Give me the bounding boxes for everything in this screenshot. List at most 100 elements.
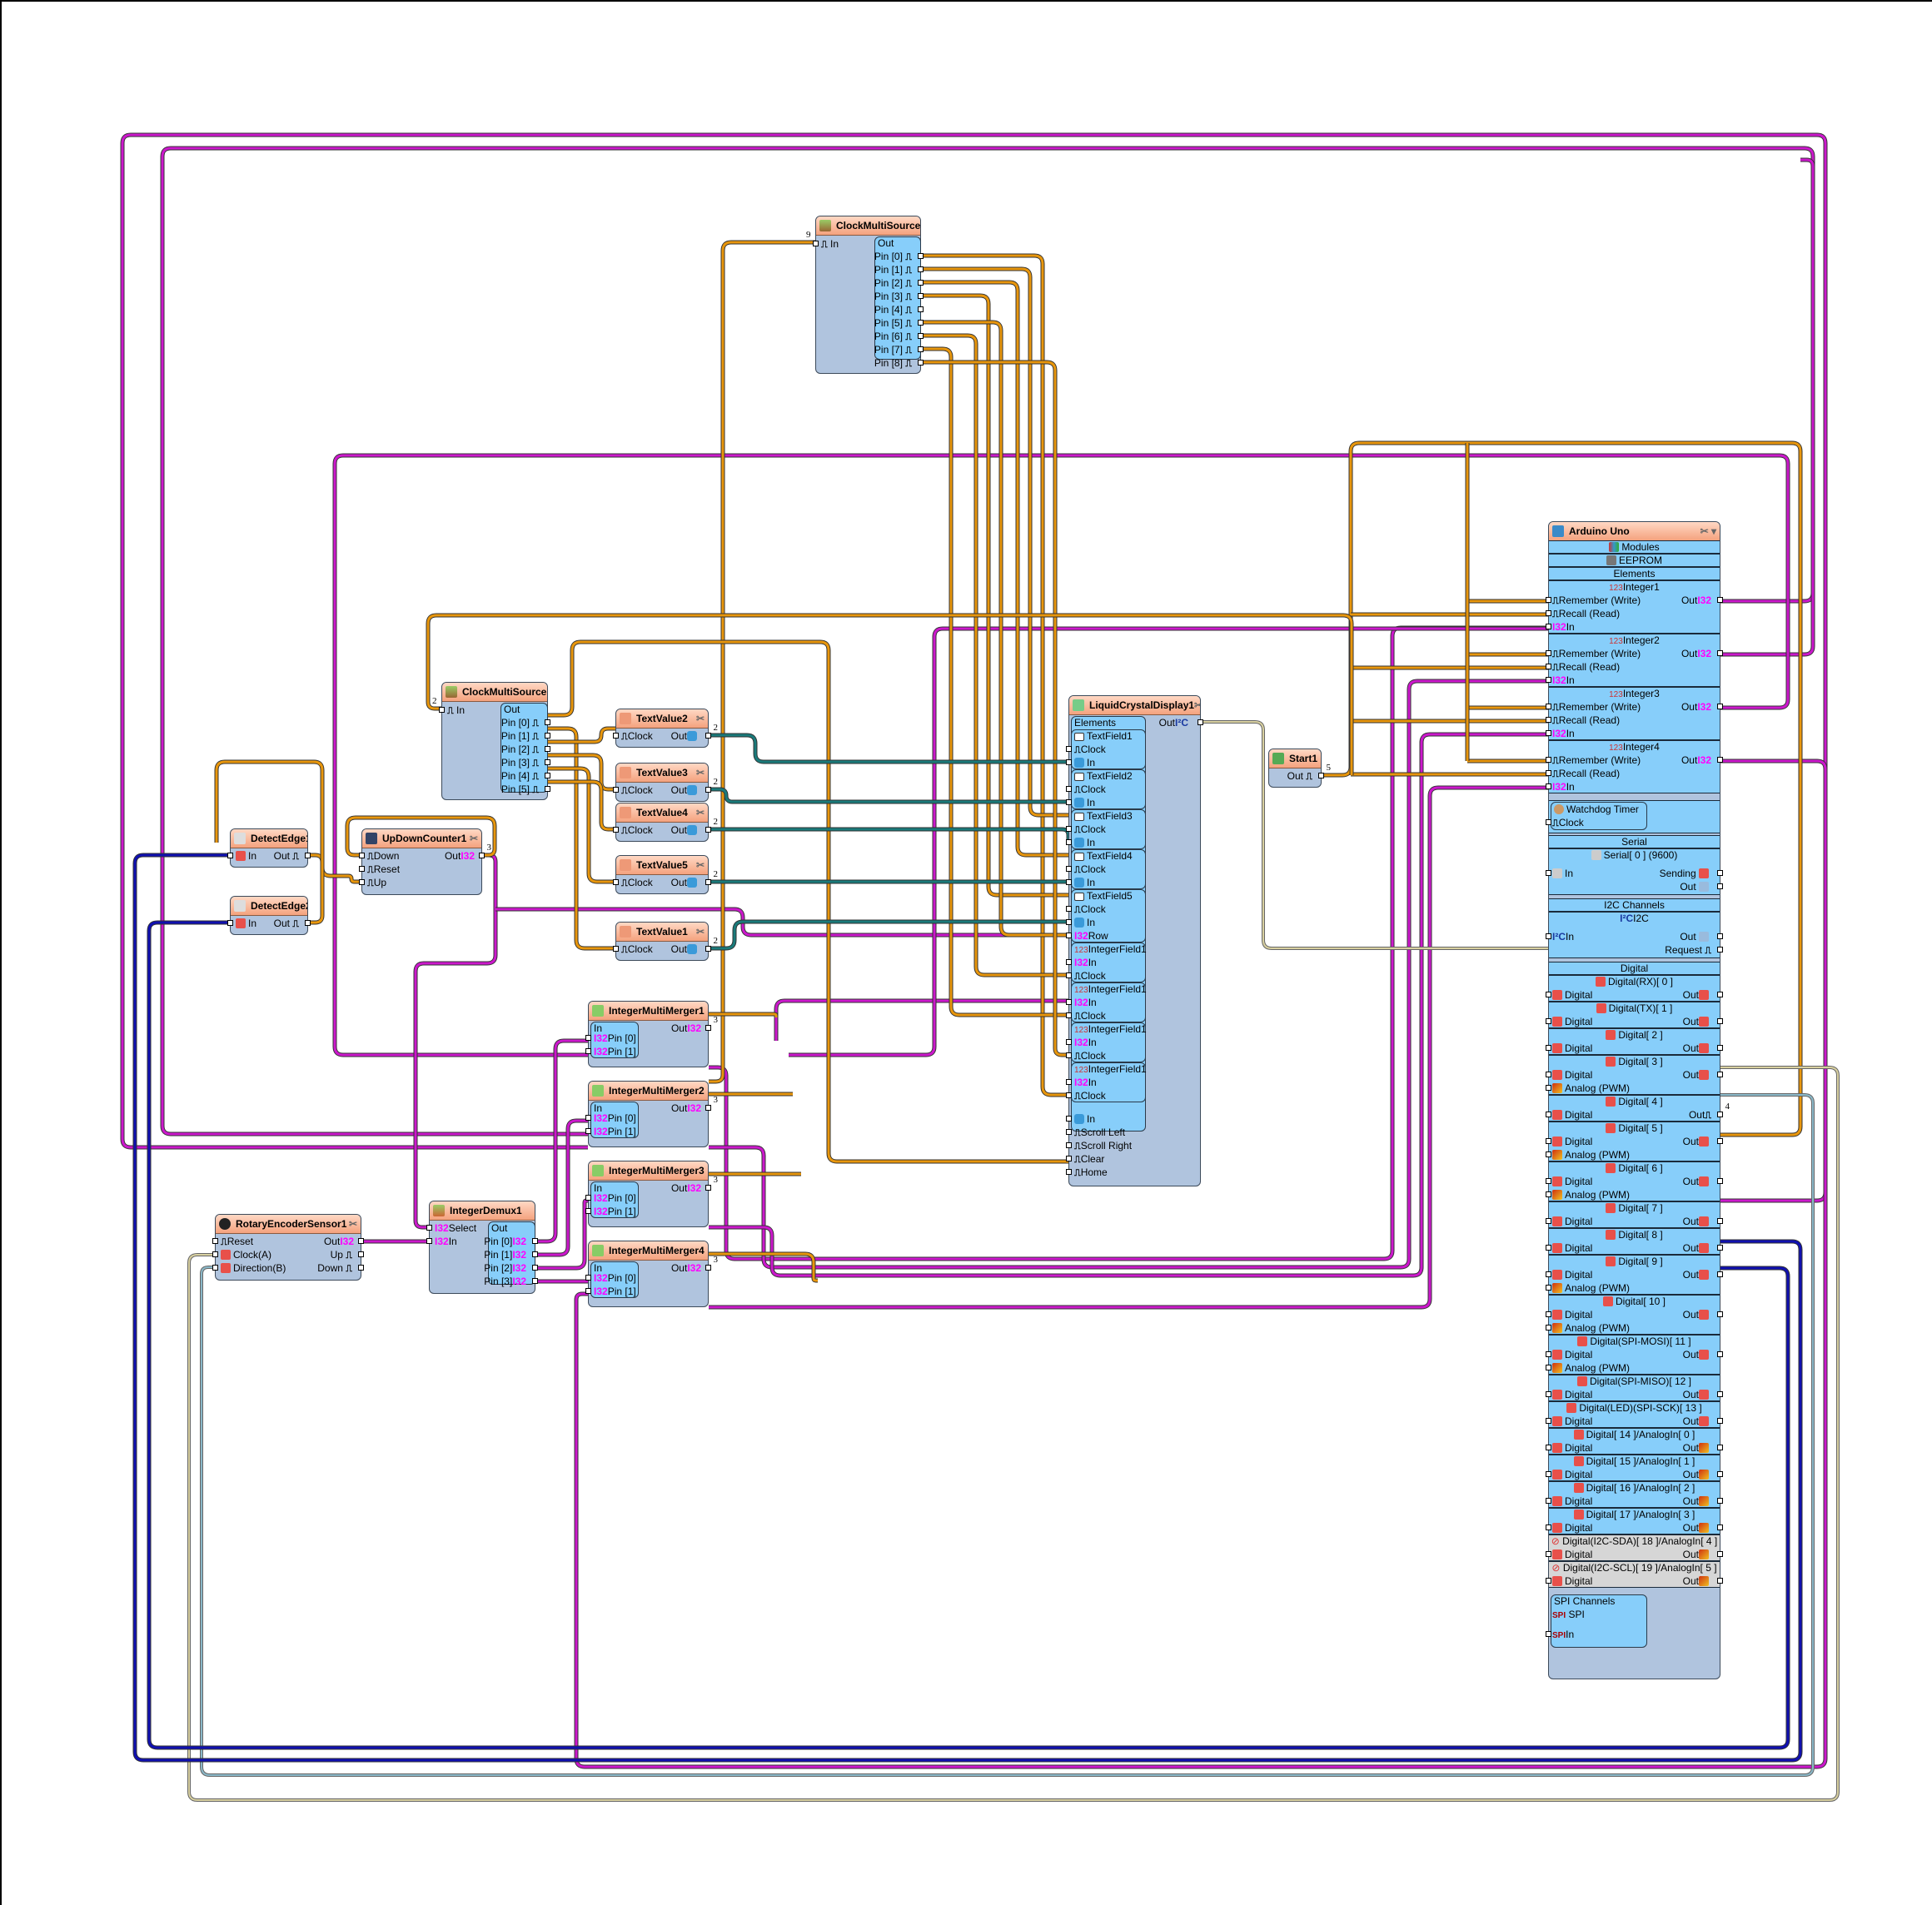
integer-in-pin[interactable]: [1546, 624, 1551, 629]
in-pin[interactable]: [813, 241, 819, 246]
digital-in-pin[interactable]: [1546, 992, 1551, 997]
clock-wire[interactable]: [921, 294, 1068, 897]
clock-wire[interactable]: [548, 767, 615, 883]
tools-icon[interactable]: ✂: [696, 767, 705, 778]
up-pin[interactable]: [358, 1251, 364, 1257]
out-pin-1[interactable]: [532, 1251, 538, 1257]
pin1-pin[interactable]: [585, 1048, 591, 1054]
clock-multi-source2[interactable]: ClockMultiSource2 ⎍ In 9 Out Pin [0] ⎍ Pi…: [806, 216, 924, 374]
out-pin[interactable]: [705, 1185, 711, 1191]
component-header[interactable]: TextValue3 ✂: [616, 763, 708, 783]
tools-icon[interactable]: ✂ ▾: [1700, 525, 1716, 537]
integer-in-pin[interactable]: [1546, 783, 1551, 789]
digital-in-pin[interactable]: [1546, 1471, 1551, 1477]
i2c-out-pin[interactable]: [1717, 933, 1723, 939]
component-header[interactable]: UpDownCounter1 ✂: [362, 829, 481, 848]
out-pin[interactable]: [705, 879, 711, 885]
out-pin[interactable]: [705, 1105, 711, 1111]
out-pin[interactable]: [705, 827, 711, 833]
integer-in-pin[interactable]: [1546, 677, 1551, 683]
integer-out-pin[interactable]: [1717, 597, 1723, 603]
digital-wire[interactable]: [147, 921, 1790, 1749]
pin1-pin[interactable]: [585, 1288, 591, 1294]
analog-in-pin[interactable]: [1546, 1365, 1551, 1370]
in-pin[interactable]: [227, 853, 233, 858]
digital-out-pin[interactable]: [1717, 1245, 1723, 1251]
serial-out-pin[interactable]: [1717, 883, 1723, 889]
text-value[interactable]: TextValue3 ✂ ⎍Clock Out 2: [613, 763, 718, 802]
component-header[interactable]: DetectEdge2: [231, 897, 307, 916]
integer-field-in-pin[interactable]: [1066, 959, 1072, 965]
digital-out-pin[interactable]: [1717, 1311, 1723, 1317]
component-header[interactable]: IntegerDemux1: [430, 1201, 535, 1221]
analog-in-pin[interactable]: [1546, 1191, 1551, 1197]
text-field-in-pin[interactable]: [1066, 879, 1072, 885]
text-value[interactable]: TextValue2 ✂ ⎍Clock Out 2: [613, 709, 718, 748]
digital-in-pin[interactable]: [1546, 1138, 1551, 1144]
text-field-in-pin[interactable]: [1066, 919, 1072, 925]
digital-in-pin[interactable]: [1546, 1498, 1551, 1504]
digital-in-pin[interactable]: [1546, 1072, 1551, 1077]
digital-out-pin[interactable]: [1717, 1391, 1723, 1397]
request-pin[interactable]: [1717, 947, 1723, 952]
digital-out-pin[interactable]: [1717, 1218, 1723, 1224]
integer-field-clock-pin[interactable]: [1066, 1092, 1072, 1098]
integer-wire[interactable]: [535, 1199, 588, 1270]
integer-multi-merger[interactable]: IntegerMultiMerger2 In I32Pin [0] I32Pin…: [585, 1081, 718, 1147]
integer-field-clock-pin[interactable]: [1066, 972, 1072, 978]
liquid-crystal-display1[interactable]: LiquidCrystalDisplay1✂ OutI²C Elements T…: [1066, 695, 1203, 1186]
component-header[interactable]: ClockMultiSource1: [442, 683, 547, 702]
arduino-uno[interactable]: Arduino Uno ✂ ▾ Modules EEPROM Elements 123I…: [1546, 521, 1730, 1679]
component-header[interactable]: IntegerMultiMerger1: [589, 1002, 708, 1021]
integer-in-pin[interactable]: [1546, 730, 1551, 736]
digital-in-pin[interactable]: [1546, 1178, 1551, 1184]
text-field-clock-pin[interactable]: [1066, 746, 1072, 752]
digital-out-pin[interactable]: [1717, 1271, 1723, 1277]
digital-out-pin[interactable]: [1717, 992, 1723, 997]
out-pin-5[interactable]: [918, 320, 924, 326]
lcd-bottom-pin[interactable]: [1066, 1129, 1072, 1135]
tools-icon[interactable]: ✂: [1194, 699, 1200, 711]
analog-in-pin[interactable]: [1546, 1085, 1551, 1091]
out-pin-2[interactable]: [545, 746, 550, 752]
integer-field-clock-pin[interactable]: [1066, 1012, 1072, 1018]
in-pin[interactable]: [426, 1238, 432, 1244]
digital-in-pin[interactable]: [1546, 1045, 1551, 1051]
digital-out-pin[interactable]: [1717, 1524, 1723, 1530]
analog-in-pin[interactable]: [1546, 1151, 1551, 1157]
digital-out-pin[interactable]: [1717, 1578, 1723, 1584]
out-pin-7[interactable]: [918, 346, 924, 352]
component-header[interactable]: LiquidCrystalDisplay1✂: [1069, 696, 1200, 715]
digital-out-pin[interactable]: [1717, 1178, 1723, 1184]
tools-icon[interactable]: ✂: [696, 713, 705, 724]
out-pin[interactable]: [358, 1238, 364, 1244]
out-pin-0[interactable]: [918, 253, 924, 259]
out-pin-8[interactable]: [918, 360, 924, 366]
select-pin[interactable]: [426, 1225, 432, 1231]
lcd-bottom-pin[interactable]: [1066, 1169, 1072, 1175]
in-pin[interactable]: [439, 707, 445, 713]
component-header[interactable]: IntegerMultiMerger4: [589, 1241, 708, 1261]
remember-pin[interactable]: [1546, 650, 1551, 656]
pin0-pin[interactable]: [585, 1115, 591, 1121]
out-pin[interactable]: [705, 1265, 711, 1271]
clock-wire[interactable]: [548, 754, 615, 791]
clock-pin[interactable]: [613, 946, 619, 952]
integer-field-in-pin[interactable]: [1066, 1039, 1072, 1045]
digital-in-pin[interactable]: [1546, 1551, 1551, 1557]
digital-in-pin[interactable]: [1546, 1351, 1551, 1357]
integer-wire[interactable]: [535, 1119, 588, 1256]
digital-in-pin[interactable]: [1546, 1391, 1551, 1397]
tools-icon[interactable]: ✂: [696, 926, 705, 938]
digital-in-pin[interactable]: [1546, 1218, 1551, 1224]
digital-in-pin[interactable]: [1546, 1112, 1551, 1117]
component-header[interactable]: IntegerMultiMerger2: [589, 1082, 708, 1101]
digital-out-pin[interactable]: [1717, 1112, 1723, 1117]
clock-a-pin[interactable]: [212, 1251, 218, 1257]
spi-in-pin[interactable]: [1546, 1631, 1551, 1637]
out-pin-2[interactable]: [918, 280, 924, 286]
tools-icon[interactable]: ✂: [470, 833, 478, 844]
i2c-wire[interactable]: [1201, 721, 1548, 949]
clock-wire[interactable]: [426, 614, 1353, 775]
component-header[interactable]: IntegerMultiMerger3: [589, 1161, 708, 1181]
